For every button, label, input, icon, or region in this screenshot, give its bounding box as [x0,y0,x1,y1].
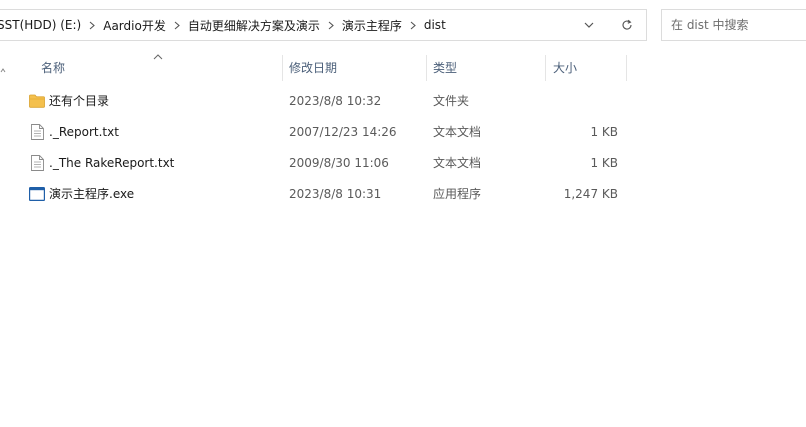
column-divider[interactable] [426,55,427,81]
history-dropdown-button[interactable] [570,10,608,40]
file-row[interactable]: 还有个目录 2023/8/8 10:32 文件夹 [0,85,640,116]
file-name-cell: ._The RakeReport.txt [29,147,174,178]
modified-date: 2023/8/8 10:32 [289,93,382,108]
text-file-icon [29,154,45,171]
exe-file-icon [29,186,45,202]
breadcrumb-dist[interactable]: dist [424,18,446,32]
chevron-down-icon [584,22,594,28]
file-name: 还有个目录 [49,94,110,108]
breadcrumb-aardio[interactable]: Aardio开发 [103,17,166,34]
refresh-button[interactable] [608,10,646,40]
file-type: 文本文档 [433,156,482,170]
search-box[interactable] [661,9,806,41]
sort-ascending-icon [153,54,163,60]
column-header-type[interactable]: 类型 [433,53,457,82]
column-header-size[interactable]: 大小 [553,53,577,82]
file-name: 演示主程序.exe [49,187,135,201]
file-size: 1 KB [590,155,618,170]
column-divider[interactable] [545,55,546,81]
modified-date: 2023/8/8 10:31 [289,186,382,201]
file-name-cell: 演示主程序.exe [29,178,134,209]
file-size: 1,247 KB [563,186,618,201]
breadcrumb-update-solution[interactable]: 自动更细解决方案及演示 [188,17,320,34]
modified-date: 2009/8/30 11:06 [289,155,389,170]
column-divider[interactable] [282,55,283,81]
file-type: 文件夹 [433,94,470,108]
column-headers: 名称 修改日期 类型 大小 [0,53,806,82]
search-input[interactable] [671,18,801,32]
column-header-name[interactable]: 名称 [41,53,65,82]
breadcrumb-demo-main[interactable]: 演示主程序 [342,17,402,34]
file-type: 应用程序 [433,187,482,201]
chevron-right-icon[interactable] [320,21,342,30]
address-bar[interactable]: SST(HDD) (E:) Aardio开发 自动更细解决方案及演示 演示主程序… [0,9,647,41]
column-divider[interactable] [626,55,627,81]
file-name-cell: 还有个目录 [29,85,109,116]
file-row[interactable]: 演示主程序.exe 2023/8/8 10:31 应用程序 1,247 KB [0,178,640,209]
file-name: ._Report.txt [49,124,119,139]
folder-icon [29,93,45,109]
file-size: 1 KB [590,124,618,139]
text-file-icon [29,123,45,140]
chevron-right-icon[interactable] [81,21,103,30]
refresh-icon [622,19,632,30]
file-row[interactable]: ._Report.txt 2007/12/23 14:26 文本文档 1 KB [0,116,640,147]
chevron-right-icon[interactable] [402,21,424,30]
modified-date: 2007/12/23 14:26 [289,124,397,139]
breadcrumb: SST(HDD) (E:) Aardio开发 自动更细解决方案及演示 演示主程序… [0,10,570,40]
file-name: ._The RakeReport.txt [49,155,175,170]
file-type: 文本文档 [433,125,482,139]
file-name-cell: ._Report.txt [29,116,119,147]
column-header-date[interactable]: 修改日期 [289,53,337,82]
chevron-right-icon[interactable] [166,21,188,30]
file-row[interactable]: ._The RakeReport.txt 2009/8/30 11:06 文本文… [0,147,640,178]
breadcrumb-drive[interactable]: SST(HDD) (E:) [0,18,81,32]
